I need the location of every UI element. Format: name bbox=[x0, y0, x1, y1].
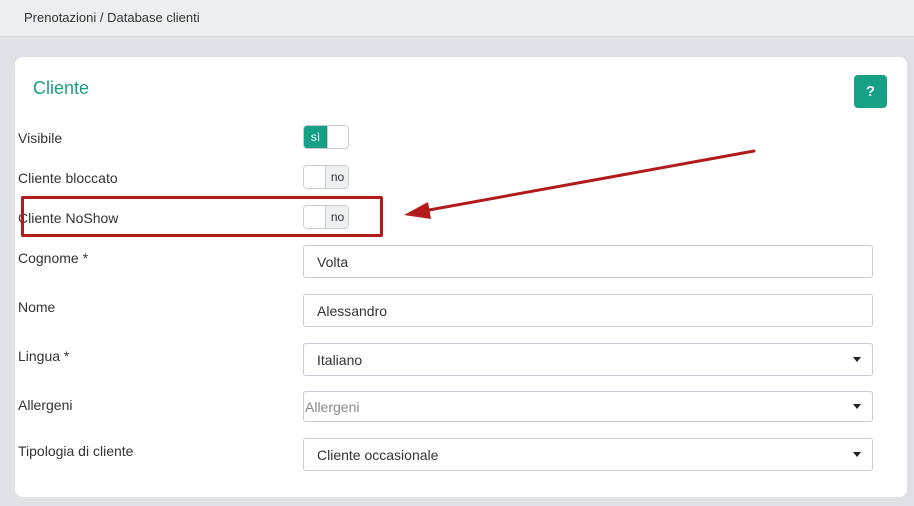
arrow-icon bbox=[404, 149, 756, 219]
